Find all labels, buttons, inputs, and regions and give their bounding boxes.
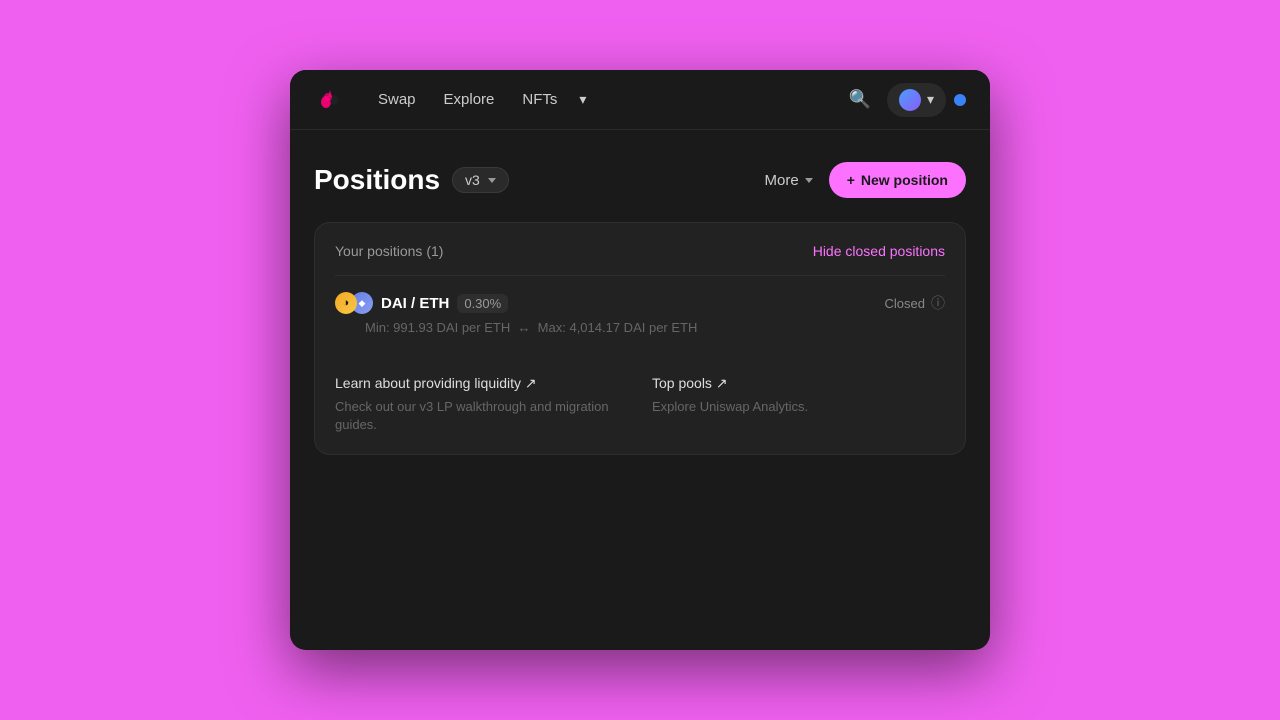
nav-right: 🔍 ▾ (841, 81, 966, 118)
wallet-button[interactable]: ▾ (887, 83, 946, 117)
version-selector[interactable]: v3 (452, 167, 509, 193)
more-label: More (765, 172, 799, 189)
new-position-button[interactable]: + New position (829, 162, 966, 198)
avatar (899, 89, 921, 111)
nav-more-dropdown[interactable]: ▾ (573, 83, 592, 116)
position-item: ◑ ◆ DAI / ETH 0.30% Closed ⓘ Min: 991.93… (335, 275, 945, 351)
position-pair: DAI / ETH (381, 295, 449, 312)
top-pools-card: Top pools ↗ Explore Uniswap Analytics. (652, 375, 945, 434)
new-position-label: New position (861, 172, 948, 188)
position-left: ◑ ◆ DAI / ETH 0.30% (335, 292, 508, 314)
search-button[interactable]: 🔍 (841, 81, 879, 118)
more-chevron-icon (805, 178, 813, 183)
closed-badge: Closed (885, 296, 925, 311)
position-fee: 0.30% (457, 294, 508, 313)
position-row: ◑ ◆ DAI / ETH 0.30% Closed ⓘ (335, 292, 945, 314)
range-min: 991.93 DAI per ETH (393, 320, 510, 335)
top-pools-card-title[interactable]: Top pools ↗ (652, 375, 945, 392)
logo[interactable] (314, 84, 346, 116)
page-title: Positions (314, 164, 440, 196)
navbar: Swap Explore NFTs ▾ 🔍 ▾ (290, 70, 990, 130)
position-range: Min: 991.93 DAI per ETH ↔ Max: 4,014.17 … (335, 320, 945, 335)
learn-card-title[interactable]: Learn about providing liquidity ↗ (335, 375, 628, 392)
more-button[interactable]: More (761, 164, 817, 197)
positions-count: Your positions (1) (335, 243, 443, 259)
nav-swap[interactable]: Swap (366, 83, 428, 116)
search-icon: 🔍 (849, 89, 871, 110)
status-dot (954, 94, 966, 106)
wallet-chevron: ▾ (927, 91, 934, 108)
learn-card-desc: Check out our v3 LP walkthrough and migr… (335, 398, 628, 434)
top-pools-card-desc: Explore Uniswap Analytics. (652, 398, 945, 416)
positions-card: Your positions (1) Hide closed positions… (314, 222, 966, 455)
nav-links: Swap Explore NFTs ▾ (366, 83, 841, 116)
range-max: 4,014.17 DAI per ETH (569, 320, 697, 335)
version-label: v3 (465, 172, 480, 188)
app-window: Swap Explore NFTs ▾ 🔍 ▾ Positions (290, 70, 990, 650)
main-content: Positions v3 More + New position (290, 130, 990, 487)
position-right: Closed ⓘ (885, 293, 945, 313)
nav-explore[interactable]: Explore (432, 83, 507, 116)
learn-card: Learn about providing liquidity ↗ Check … (335, 375, 628, 434)
version-chevron-icon (488, 178, 496, 183)
page-header-left: Positions v3 (314, 164, 509, 196)
token-icons: ◑ ◆ (335, 292, 373, 314)
page-header-right: More + New position (761, 162, 967, 198)
nav-nfts[interactable]: NFTs (510, 83, 569, 116)
hide-closed-button[interactable]: Hide closed positions (813, 243, 945, 259)
positions-header: Your positions (1) Hide closed positions (335, 243, 945, 259)
info-icon: ⓘ (931, 293, 945, 313)
dai-icon: ◑ (335, 292, 357, 314)
plus-icon: + (847, 172, 855, 188)
page-header: Positions v3 More + New position (314, 162, 966, 198)
bottom-section: Learn about providing liquidity ↗ Check … (335, 351, 945, 434)
